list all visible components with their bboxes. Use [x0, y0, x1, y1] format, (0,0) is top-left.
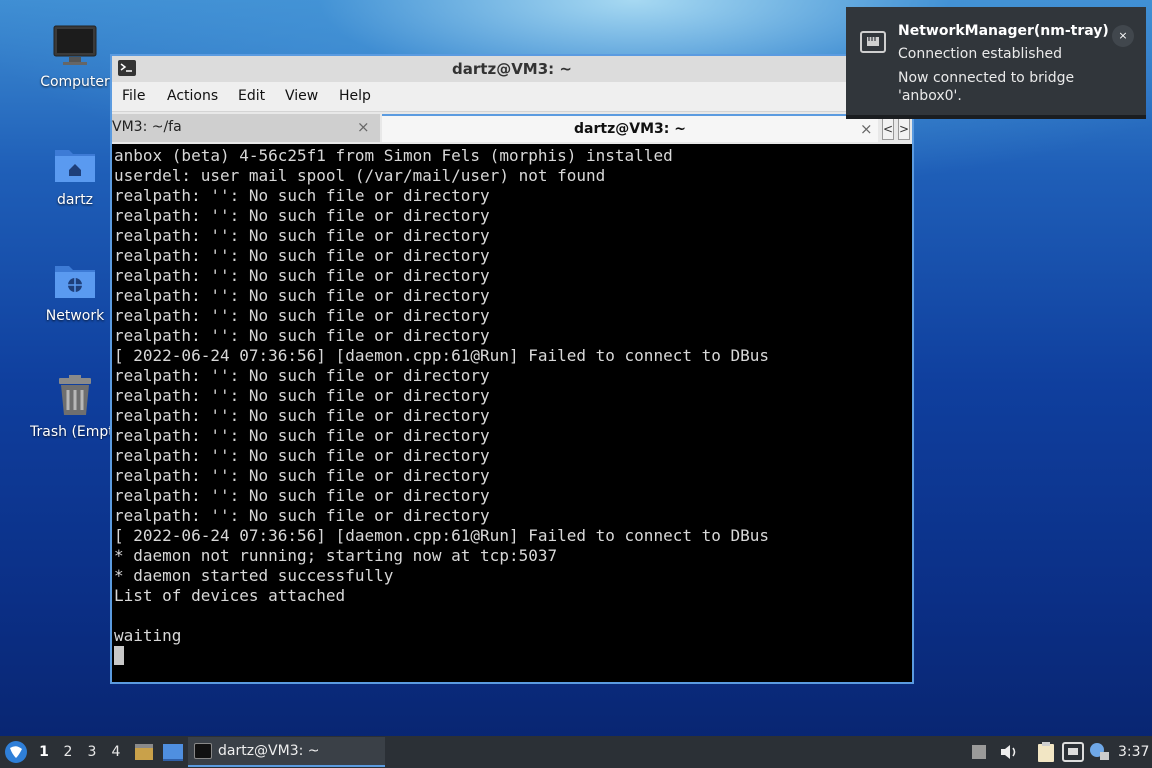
- terminal-line: realpath: '': No such file or directory: [114, 506, 490, 525]
- desktop-switch-2[interactable]: 2: [62, 744, 74, 760]
- notification-summary: Connection established: [898, 46, 1062, 62]
- network-folder-icon: [51, 256, 99, 304]
- terminal-line: anbox (beta) 4-56c25f1 from Simon Fels (…: [114, 146, 673, 165]
- desktop-switch-3[interactable]: 3: [86, 744, 98, 760]
- notification-title: NetworkManager(nm-tray): [898, 23, 1109, 39]
- network-wired-icon: [860, 31, 886, 53]
- terminal-window: dartz@VM3: ~ File Actions Edit View Help…: [110, 54, 914, 684]
- menu-view[interactable]: View: [285, 88, 318, 104]
- terminal-line: realpath: '': No such file or directory: [114, 266, 490, 285]
- notification-tray-icon[interactable]: [1088, 742, 1110, 762]
- terminal-line: realpath: '': No such file or directory: [114, 486, 490, 505]
- eject-icon[interactable]: [970, 742, 988, 762]
- window-titlebar[interactable]: dartz@VM3: ~: [112, 56, 912, 82]
- terminal-line: realpath: '': No such file or directory: [114, 286, 490, 305]
- tab-vm3-fa[interactable]: VM3: ~/fa ×: [112, 114, 380, 142]
- terminal-task-icon: [194, 743, 212, 759]
- notification-body: Now connected to bridge 'anbox0'.: [898, 70, 1075, 104]
- window-title: dartz@VM3: ~: [452, 60, 572, 78]
- tab-close-button[interactable]: ×: [357, 118, 370, 136]
- terminal-line: realpath: '': No such file or directory: [114, 466, 490, 485]
- terminal-line: realpath: '': No such file or directory: [114, 386, 490, 405]
- taskbar: 1 2 3 4 dartz@VM3: ~ 3:37: [0, 736, 1152, 768]
- desktop-switch-4[interactable]: 4: [110, 744, 122, 760]
- network-notification[interactable]: NetworkManager(nm-tray) Connection estab…: [846, 7, 1146, 119]
- file-manager-launcher-icon[interactable]: [134, 742, 154, 762]
- terminal-line: realpath: '': No such file or directory: [114, 306, 490, 325]
- terminal-line: [ 2022-06-24 07:36:56] [daemon.cpp:61@Ru…: [114, 526, 770, 545]
- terminal-cursor: [114, 646, 124, 665]
- volume-icon[interactable]: [999, 742, 1019, 762]
- terminal-line: * daemon started successfully: [114, 566, 394, 585]
- terminal-line: realpath: '': No such file or directory: [114, 326, 490, 345]
- terminal-line: * daemon not running; starting now at tc…: [114, 546, 558, 565]
- terminal-line: realpath: '': No such file or directory: [114, 206, 490, 225]
- menu-edit[interactable]: Edit: [238, 88, 265, 104]
- show-desktop-icon[interactable]: [162, 742, 184, 762]
- tab-label: VM3: ~/fa: [112, 119, 182, 135]
- menu-help[interactable]: Help: [339, 88, 371, 104]
- clipboard-icon[interactable]: [1036, 741, 1056, 763]
- taskbar-task-terminal[interactable]: dartz@VM3: ~: [188, 737, 385, 767]
- terminal-line: userdel: user mail spool (/var/mail/user…: [114, 166, 606, 185]
- terminal-line: realpath: '': No such file or directory: [114, 406, 490, 425]
- terminal-line: realpath: '': No such file or directory: [114, 446, 490, 465]
- notification-close-button[interactable]: ×: [1112, 25, 1134, 47]
- menu-bar: File Actions Edit View Help: [112, 82, 912, 112]
- network-tray-icon[interactable]: [1062, 742, 1084, 762]
- terminal-line: List of devices attached: [114, 586, 346, 605]
- terminal-line: realpath: '': No such file or directory: [114, 366, 490, 385]
- terminal-line: realpath: '': No such file or directory: [114, 186, 490, 205]
- terminal-line: realpath: '': No such file or directory: [114, 226, 490, 245]
- menu-file[interactable]: File: [122, 88, 145, 104]
- terminal-output[interactable]: anbox (beta) 4-56c25f1 from Simon Fels (…: [114, 146, 912, 680]
- menu-actions[interactable]: Actions: [167, 88, 218, 104]
- terminal-line: realpath: '': No such file or directory: [114, 246, 490, 265]
- terminal-line: waiting: [114, 626, 182, 645]
- clock[interactable]: 3:37: [1118, 744, 1149, 760]
- desktop-icon-label: Trash (Empty): [30, 424, 110, 440]
- terminal-line: realpath: '': No such file or directory: [114, 426, 490, 445]
- desktop-switch-1[interactable]: 1: [38, 744, 50, 760]
- computer-icon: [51, 22, 99, 70]
- task-label: dartz@VM3: ~: [218, 743, 320, 759]
- tab-scroll-right-button[interactable]: >: [898, 118, 910, 140]
- terminal-line: [ 2022-06-24 07:36:56] [daemon.cpp:61@Ru…: [114, 346, 770, 365]
- tab-close-button[interactable]: ×: [860, 120, 873, 138]
- home-folder-icon: [51, 140, 99, 188]
- tab-bar: VM3: ~/fa × dartz@VM3: ~ × < >: [112, 112, 912, 144]
- tab-dartz-home[interactable]: dartz@VM3: ~ ×: [382, 114, 878, 142]
- tab-scroll-left-button[interactable]: <: [882, 118, 894, 140]
- start-menu-icon[interactable]: [4, 740, 28, 764]
- trash-icon: [51, 372, 99, 420]
- tab-label: dartz@VM3: ~: [574, 121, 686, 137]
